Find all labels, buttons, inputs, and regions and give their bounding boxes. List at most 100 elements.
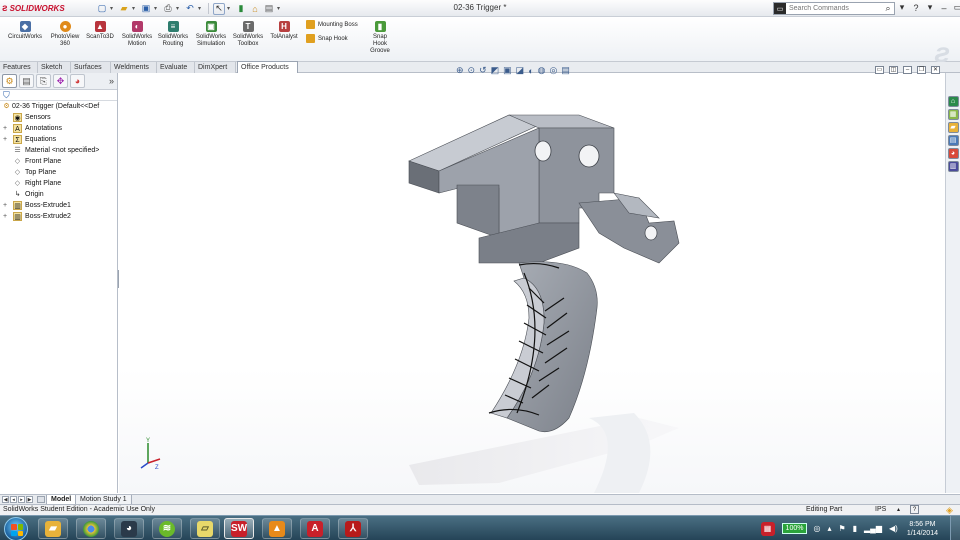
file-explorer-pane-icon[interactable]: ▰ xyxy=(947,122,959,133)
signal-tray-icon[interactable]: ▂▄▆ xyxy=(864,524,882,533)
filter-icon[interactable]: ⛉ xyxy=(0,90,117,101)
last-tab-icon[interactable]: ▶ xyxy=(26,496,33,503)
viewport-two-icon[interactable]: ◫ xyxy=(889,66,898,74)
custom-properties-icon[interactable]: ▥ xyxy=(947,161,959,172)
motion-button[interactable]: ◐ SolidWorks Motion xyxy=(120,21,154,48)
viewport-close-icon[interactable]: ✕ xyxy=(931,66,940,74)
volume-tray-icon[interactable]: ◀) xyxy=(889,524,898,533)
configuration-manager-icon[interactable]: ⎘ xyxy=(36,74,51,88)
snap-hook-button[interactable]: Snap Hook xyxy=(306,34,348,43)
snap-hook-groove-button[interactable]: ▮ Snap Hook Groove xyxy=(366,21,394,55)
taskbar-chrome[interactable] xyxy=(76,518,106,539)
taskbar-clock[interactable]: 8:56 PM 1/14/2014 xyxy=(907,520,938,538)
tree-item-material[interactable]: ☰ Material <not specified> xyxy=(0,145,117,156)
expand-toggle-icon[interactable]: + xyxy=(3,134,7,145)
taskbar-file-explorer[interactable]: ▰ xyxy=(38,518,68,539)
flag-tray-icon[interactable]: ⚑ xyxy=(838,524,845,533)
taskbar-spotify[interactable]: ≋ xyxy=(152,518,182,539)
tree-item-right-plane[interactable]: ◇ Right Plane xyxy=(0,178,117,189)
routing-button[interactable]: ≡ SolidWorks Routing xyxy=(156,21,190,48)
start-button[interactable] xyxy=(4,517,28,540)
view-settings-icon[interactable]: ▤ xyxy=(561,65,570,76)
tree-item-equations[interactable]: + Σ Equations xyxy=(0,134,117,145)
apply-scene-icon[interactable]: ◎ xyxy=(549,65,557,76)
viewport-restore-icon[interactable]: ❐ xyxy=(917,66,926,74)
graphics-area[interactable] xyxy=(119,73,945,493)
quick-tips-help-button[interactable]: ? xyxy=(910,505,919,514)
feature-manager-tree-icon[interactable]: ⚙ xyxy=(2,74,17,88)
tab-evaluate[interactable]: Evaluate xyxy=(157,62,195,73)
previous-view-icon[interactable]: ↺ xyxy=(479,65,487,76)
tab-scroll-handle[interactable] xyxy=(37,496,45,503)
tree-item-boss-extrude1[interactable]: + ▥ Boss-Extrude1 xyxy=(0,200,117,211)
solidworks-resources-icon[interactable]: ⌂ xyxy=(947,96,959,107)
show-desktop-button[interactable] xyxy=(950,516,960,540)
tab-weldments[interactable]: Weldments xyxy=(111,62,157,73)
tree-item-sensors[interactable]: ◉ Sensors xyxy=(0,112,117,123)
dimxpert-manager-icon[interactable]: ✥ xyxy=(53,74,68,88)
units-selector[interactable]: IPS xyxy=(875,505,886,515)
tree-item-boss-extrude2[interactable]: + ▥ Boss-Extrude2 xyxy=(0,211,117,222)
units-dropdown-icon[interactable]: ▴ xyxy=(897,505,900,515)
network-tray-icon[interactable]: ◎ xyxy=(813,524,820,533)
next-tab-icon[interactable]: ▸ xyxy=(18,496,25,503)
restore-icon[interactable]: ▭ xyxy=(953,2,960,13)
viewport-minimize-icon[interactable]: – xyxy=(903,66,912,74)
battery-indicator[interactable]: 100% xyxy=(781,523,808,534)
expand-panel-icon[interactable]: » xyxy=(109,76,114,86)
taskbar-vlc[interactable]: ▲ xyxy=(262,518,292,539)
property-manager-icon[interactable]: ▤ xyxy=(19,74,34,88)
expand-toggle-icon[interactable]: + xyxy=(3,123,7,134)
expand-toggle-icon[interactable]: + xyxy=(3,200,7,211)
taskbar-autodesk[interactable]: A xyxy=(300,518,330,539)
section-view-icon[interactable]: ◩ xyxy=(491,65,500,76)
view-orientation-icon[interactable]: ▣ xyxy=(503,65,512,76)
show-hidden-icons-icon[interactable]: ▴ xyxy=(827,524,831,533)
tree-root[interactable]: ⚙ 02-36 Trigger (Default<<Def xyxy=(0,101,117,112)
search-commands-box[interactable]: ▭ ⌕ xyxy=(773,2,895,15)
tab-surfaces[interactable]: Surfaces xyxy=(71,62,111,73)
rebuild-status-icon[interactable]: ◈ xyxy=(946,505,953,515)
scanto3d-button[interactable]: ▲ ScanTo3D xyxy=(84,21,116,41)
minimize-icon[interactable]: – xyxy=(939,3,949,13)
prev-tab-icon[interactable]: ◂ xyxy=(10,496,17,503)
tab-dimxpert[interactable]: DimXpert xyxy=(195,62,236,73)
zoom-to-area-icon[interactable]: ⊙ xyxy=(468,65,476,76)
taskbar-acrobat[interactable]: ⅄ xyxy=(338,518,368,539)
edit-appearance-icon[interactable]: ◍ xyxy=(538,65,546,76)
viewport-single-icon[interactable]: ▭ xyxy=(875,66,884,74)
tree-item-origin[interactable]: ↳ Origin xyxy=(0,189,117,200)
mounting-boss-button[interactable]: Mounting Boss xyxy=(306,20,358,29)
search-dropdown-icon[interactable]: ▾ xyxy=(897,2,907,13)
display-manager-icon[interactable]: ◕ xyxy=(70,74,85,88)
design-library-icon[interactable]: ▦ xyxy=(947,109,959,120)
search-icon[interactable]: ⌕ xyxy=(882,3,894,14)
taskbar-solidworks[interactable]: SW xyxy=(224,518,254,539)
tree-item-annotations[interactable]: + A Annotations xyxy=(0,123,117,134)
taskbar-eye-app[interactable]: ◕ xyxy=(114,518,144,539)
hide-show-items-icon[interactable]: ◐ xyxy=(528,66,533,76)
taskbar-sticky-notes[interactable]: ▱ xyxy=(190,518,220,539)
simulation-button[interactable]: ▣ SolidWorks Simulation xyxy=(193,21,229,48)
appearances-icon[interactable]: ◕ xyxy=(947,148,959,159)
tab-office-products[interactable]: Office Products xyxy=(237,61,298,73)
circuitworks-button[interactable]: ◆ CircuitWorks xyxy=(8,21,42,41)
display-style-icon[interactable]: ◪ xyxy=(516,65,525,76)
photoview-button[interactable]: ● PhotoView 360 xyxy=(48,21,82,48)
scanto3d-label: ScanTo3D xyxy=(86,34,114,40)
search-input[interactable] xyxy=(786,5,882,12)
zoom-to-fit-icon[interactable]: ⊕ xyxy=(456,65,464,76)
tab-sketch[interactable]: Sketch xyxy=(38,62,71,73)
first-tab-icon[interactable]: ◀ xyxy=(2,496,9,503)
tree-item-top-plane[interactable]: ◇ Top Plane xyxy=(0,167,117,178)
view-palette-icon[interactable]: ▤ xyxy=(947,135,959,146)
tolanalyst-button[interactable]: H TolAnalyst xyxy=(267,21,301,41)
toolbox-button[interactable]: T SolidWorks Toolbox xyxy=(231,21,265,48)
power-tray-icon[interactable]: ▮ xyxy=(853,524,857,533)
help-dropdown-icon[interactable]: ▾ xyxy=(925,2,935,13)
tree-item-front-plane[interactable]: ◇ Front Plane xyxy=(0,156,117,167)
tab-features[interactable]: Features xyxy=(0,62,38,73)
help-icon[interactable]: ? xyxy=(911,3,921,13)
expand-toggle-icon[interactable]: + xyxy=(3,211,7,222)
office-tray-icon[interactable]: ▦ xyxy=(760,521,775,536)
